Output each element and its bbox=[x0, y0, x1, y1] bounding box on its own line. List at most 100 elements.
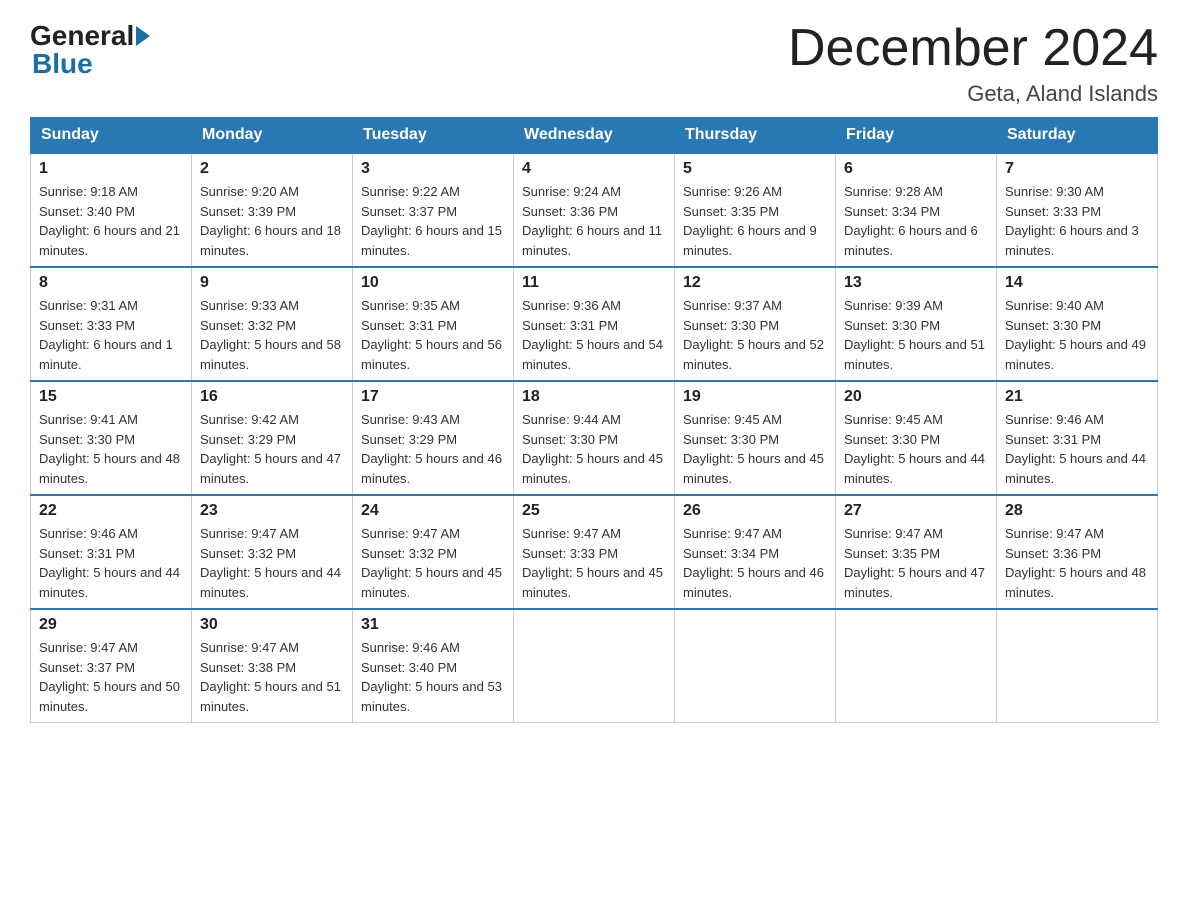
calendar-cell: 25 Sunrise: 9:47 AMSunset: 3:33 PMDaylig… bbox=[514, 495, 675, 609]
day-number: 14 bbox=[1005, 274, 1149, 292]
day-number: 20 bbox=[844, 388, 988, 406]
calendar-cell: 28 Sunrise: 9:47 AMSunset: 3:36 PMDaylig… bbox=[997, 495, 1158, 609]
day-info: Sunrise: 9:18 AMSunset: 3:40 PMDaylight:… bbox=[39, 182, 183, 260]
day-info: Sunrise: 9:31 AMSunset: 3:33 PMDaylight:… bbox=[39, 296, 183, 374]
day-info: Sunrise: 9:47 AMSunset: 3:38 PMDaylight:… bbox=[200, 638, 344, 716]
calendar-cell: 2 Sunrise: 9:20 AMSunset: 3:39 PMDayligh… bbox=[192, 153, 353, 267]
day-number: 29 bbox=[39, 616, 183, 634]
calendar-table: Sunday Monday Tuesday Wednesday Thursday… bbox=[30, 117, 1158, 723]
calendar-cell: 23 Sunrise: 9:47 AMSunset: 3:32 PMDaylig… bbox=[192, 495, 353, 609]
day-number: 18 bbox=[522, 388, 666, 406]
calendar-cell: 31 Sunrise: 9:46 AMSunset: 3:40 PMDaylig… bbox=[353, 609, 514, 723]
day-info: Sunrise: 9:45 AMSunset: 3:30 PMDaylight:… bbox=[844, 410, 988, 488]
day-info: Sunrise: 9:41 AMSunset: 3:30 PMDaylight:… bbox=[39, 410, 183, 488]
day-info: Sunrise: 9:30 AMSunset: 3:33 PMDaylight:… bbox=[1005, 182, 1149, 260]
week-row-3: 15 Sunrise: 9:41 AMSunset: 3:30 PMDaylig… bbox=[31, 381, 1158, 495]
day-info: Sunrise: 9:26 AMSunset: 3:35 PMDaylight:… bbox=[683, 182, 827, 260]
day-info: Sunrise: 9:46 AMSunset: 3:31 PMDaylight:… bbox=[39, 524, 183, 602]
calendar-header-row: Sunday Monday Tuesday Wednesday Thursday… bbox=[31, 118, 1158, 154]
calendar-cell: 11 Sunrise: 9:36 AMSunset: 3:31 PMDaylig… bbox=[514, 267, 675, 381]
calendar-cell: 6 Sunrise: 9:28 AMSunset: 3:34 PMDayligh… bbox=[836, 153, 997, 267]
calendar-cell: 9 Sunrise: 9:33 AMSunset: 3:32 PMDayligh… bbox=[192, 267, 353, 381]
calendar-cell: 30 Sunrise: 9:47 AMSunset: 3:38 PMDaylig… bbox=[192, 609, 353, 723]
calendar-cell: 22 Sunrise: 9:46 AMSunset: 3:31 PMDaylig… bbox=[31, 495, 192, 609]
day-info: Sunrise: 9:46 AMSunset: 3:31 PMDaylight:… bbox=[1005, 410, 1149, 488]
title-block: December 2024 Geta, Aland Islands bbox=[788, 20, 1158, 107]
week-row-1: 1 Sunrise: 9:18 AMSunset: 3:40 PMDayligh… bbox=[31, 153, 1158, 267]
day-number: 11 bbox=[522, 274, 666, 292]
day-number: 15 bbox=[39, 388, 183, 406]
day-number: 25 bbox=[522, 502, 666, 520]
day-number: 21 bbox=[1005, 388, 1149, 406]
day-info: Sunrise: 9:47 AMSunset: 3:32 PMDaylight:… bbox=[361, 524, 505, 602]
day-number: 28 bbox=[1005, 502, 1149, 520]
day-info: Sunrise: 9:33 AMSunset: 3:32 PMDaylight:… bbox=[200, 296, 344, 374]
calendar-cell: 18 Sunrise: 9:44 AMSunset: 3:30 PMDaylig… bbox=[514, 381, 675, 495]
month-title: December 2024 bbox=[788, 20, 1158, 77]
calendar-cell: 1 Sunrise: 9:18 AMSunset: 3:40 PMDayligh… bbox=[31, 153, 192, 267]
calendar-cell: 14 Sunrise: 9:40 AMSunset: 3:30 PMDaylig… bbox=[997, 267, 1158, 381]
calendar-cell: 3 Sunrise: 9:22 AMSunset: 3:37 PMDayligh… bbox=[353, 153, 514, 267]
week-row-5: 29 Sunrise: 9:47 AMSunset: 3:37 PMDaylig… bbox=[31, 609, 1158, 723]
calendar-cell: 29 Sunrise: 9:47 AMSunset: 3:37 PMDaylig… bbox=[31, 609, 192, 723]
calendar-cell: 12 Sunrise: 9:37 AMSunset: 3:30 PMDaylig… bbox=[675, 267, 836, 381]
header-saturday: Saturday bbox=[997, 118, 1158, 154]
day-number: 27 bbox=[844, 502, 988, 520]
location: Geta, Aland Islands bbox=[788, 81, 1158, 107]
day-info: Sunrise: 9:47 AMSunset: 3:33 PMDaylight:… bbox=[522, 524, 666, 602]
day-info: Sunrise: 9:47 AMSunset: 3:37 PMDaylight:… bbox=[39, 638, 183, 716]
header-thursday: Thursday bbox=[675, 118, 836, 154]
day-number: 17 bbox=[361, 388, 505, 406]
logo-blue: Blue bbox=[32, 48, 93, 79]
day-number: 2 bbox=[200, 160, 344, 178]
logo-arrow-icon bbox=[136, 26, 150, 46]
calendar-cell: 21 Sunrise: 9:46 AMSunset: 3:31 PMDaylig… bbox=[997, 381, 1158, 495]
calendar-cell: 19 Sunrise: 9:45 AMSunset: 3:30 PMDaylig… bbox=[675, 381, 836, 495]
day-info: Sunrise: 9:37 AMSunset: 3:30 PMDaylight:… bbox=[683, 296, 827, 374]
day-info: Sunrise: 9:46 AMSunset: 3:40 PMDaylight:… bbox=[361, 638, 505, 716]
day-number: 10 bbox=[361, 274, 505, 292]
page-header: General Blue December 2024 Geta, Aland I… bbox=[30, 20, 1158, 107]
day-info: Sunrise: 9:47 AMSunset: 3:35 PMDaylight:… bbox=[844, 524, 988, 602]
day-info: Sunrise: 9:44 AMSunset: 3:30 PMDaylight:… bbox=[522, 410, 666, 488]
calendar-cell: 7 Sunrise: 9:30 AMSunset: 3:33 PMDayligh… bbox=[997, 153, 1158, 267]
day-number: 8 bbox=[39, 274, 183, 292]
calendar-cell bbox=[997, 609, 1158, 723]
day-number: 6 bbox=[844, 160, 988, 178]
calendar-cell: 8 Sunrise: 9:31 AMSunset: 3:33 PMDayligh… bbox=[31, 267, 192, 381]
calendar-cell bbox=[675, 609, 836, 723]
header-wednesday: Wednesday bbox=[514, 118, 675, 154]
day-number: 23 bbox=[200, 502, 344, 520]
day-number: 12 bbox=[683, 274, 827, 292]
day-info: Sunrise: 9:36 AMSunset: 3:31 PMDaylight:… bbox=[522, 296, 666, 374]
day-info: Sunrise: 9:22 AMSunset: 3:37 PMDaylight:… bbox=[361, 182, 505, 260]
day-info: Sunrise: 9:40 AMSunset: 3:30 PMDaylight:… bbox=[1005, 296, 1149, 374]
calendar-cell: 5 Sunrise: 9:26 AMSunset: 3:35 PMDayligh… bbox=[675, 153, 836, 267]
header-friday: Friday bbox=[836, 118, 997, 154]
day-info: Sunrise: 9:47 AMSunset: 3:32 PMDaylight:… bbox=[200, 524, 344, 602]
calendar-cell: 17 Sunrise: 9:43 AMSunset: 3:29 PMDaylig… bbox=[353, 381, 514, 495]
day-number: 30 bbox=[200, 616, 344, 634]
day-number: 16 bbox=[200, 388, 344, 406]
day-number: 3 bbox=[361, 160, 505, 178]
week-row-4: 22 Sunrise: 9:46 AMSunset: 3:31 PMDaylig… bbox=[31, 495, 1158, 609]
day-number: 26 bbox=[683, 502, 827, 520]
calendar-cell: 15 Sunrise: 9:41 AMSunset: 3:30 PMDaylig… bbox=[31, 381, 192, 495]
day-number: 7 bbox=[1005, 160, 1149, 178]
calendar-cell bbox=[514, 609, 675, 723]
calendar-cell: 27 Sunrise: 9:47 AMSunset: 3:35 PMDaylig… bbox=[836, 495, 997, 609]
calendar-cell: 20 Sunrise: 9:45 AMSunset: 3:30 PMDaylig… bbox=[836, 381, 997, 495]
week-row-2: 8 Sunrise: 9:31 AMSunset: 3:33 PMDayligh… bbox=[31, 267, 1158, 381]
day-number: 31 bbox=[361, 616, 505, 634]
day-info: Sunrise: 9:45 AMSunset: 3:30 PMDaylight:… bbox=[683, 410, 827, 488]
logo: General Blue bbox=[30, 20, 152, 80]
day-info: Sunrise: 9:20 AMSunset: 3:39 PMDaylight:… bbox=[200, 182, 344, 260]
day-number: 19 bbox=[683, 388, 827, 406]
calendar-cell: 13 Sunrise: 9:39 AMSunset: 3:30 PMDaylig… bbox=[836, 267, 997, 381]
day-number: 22 bbox=[39, 502, 183, 520]
header-sunday: Sunday bbox=[31, 118, 192, 154]
day-info: Sunrise: 9:28 AMSunset: 3:34 PMDaylight:… bbox=[844, 182, 988, 260]
day-info: Sunrise: 9:42 AMSunset: 3:29 PMDaylight:… bbox=[200, 410, 344, 488]
day-info: Sunrise: 9:39 AMSunset: 3:30 PMDaylight:… bbox=[844, 296, 988, 374]
header-tuesday: Tuesday bbox=[353, 118, 514, 154]
